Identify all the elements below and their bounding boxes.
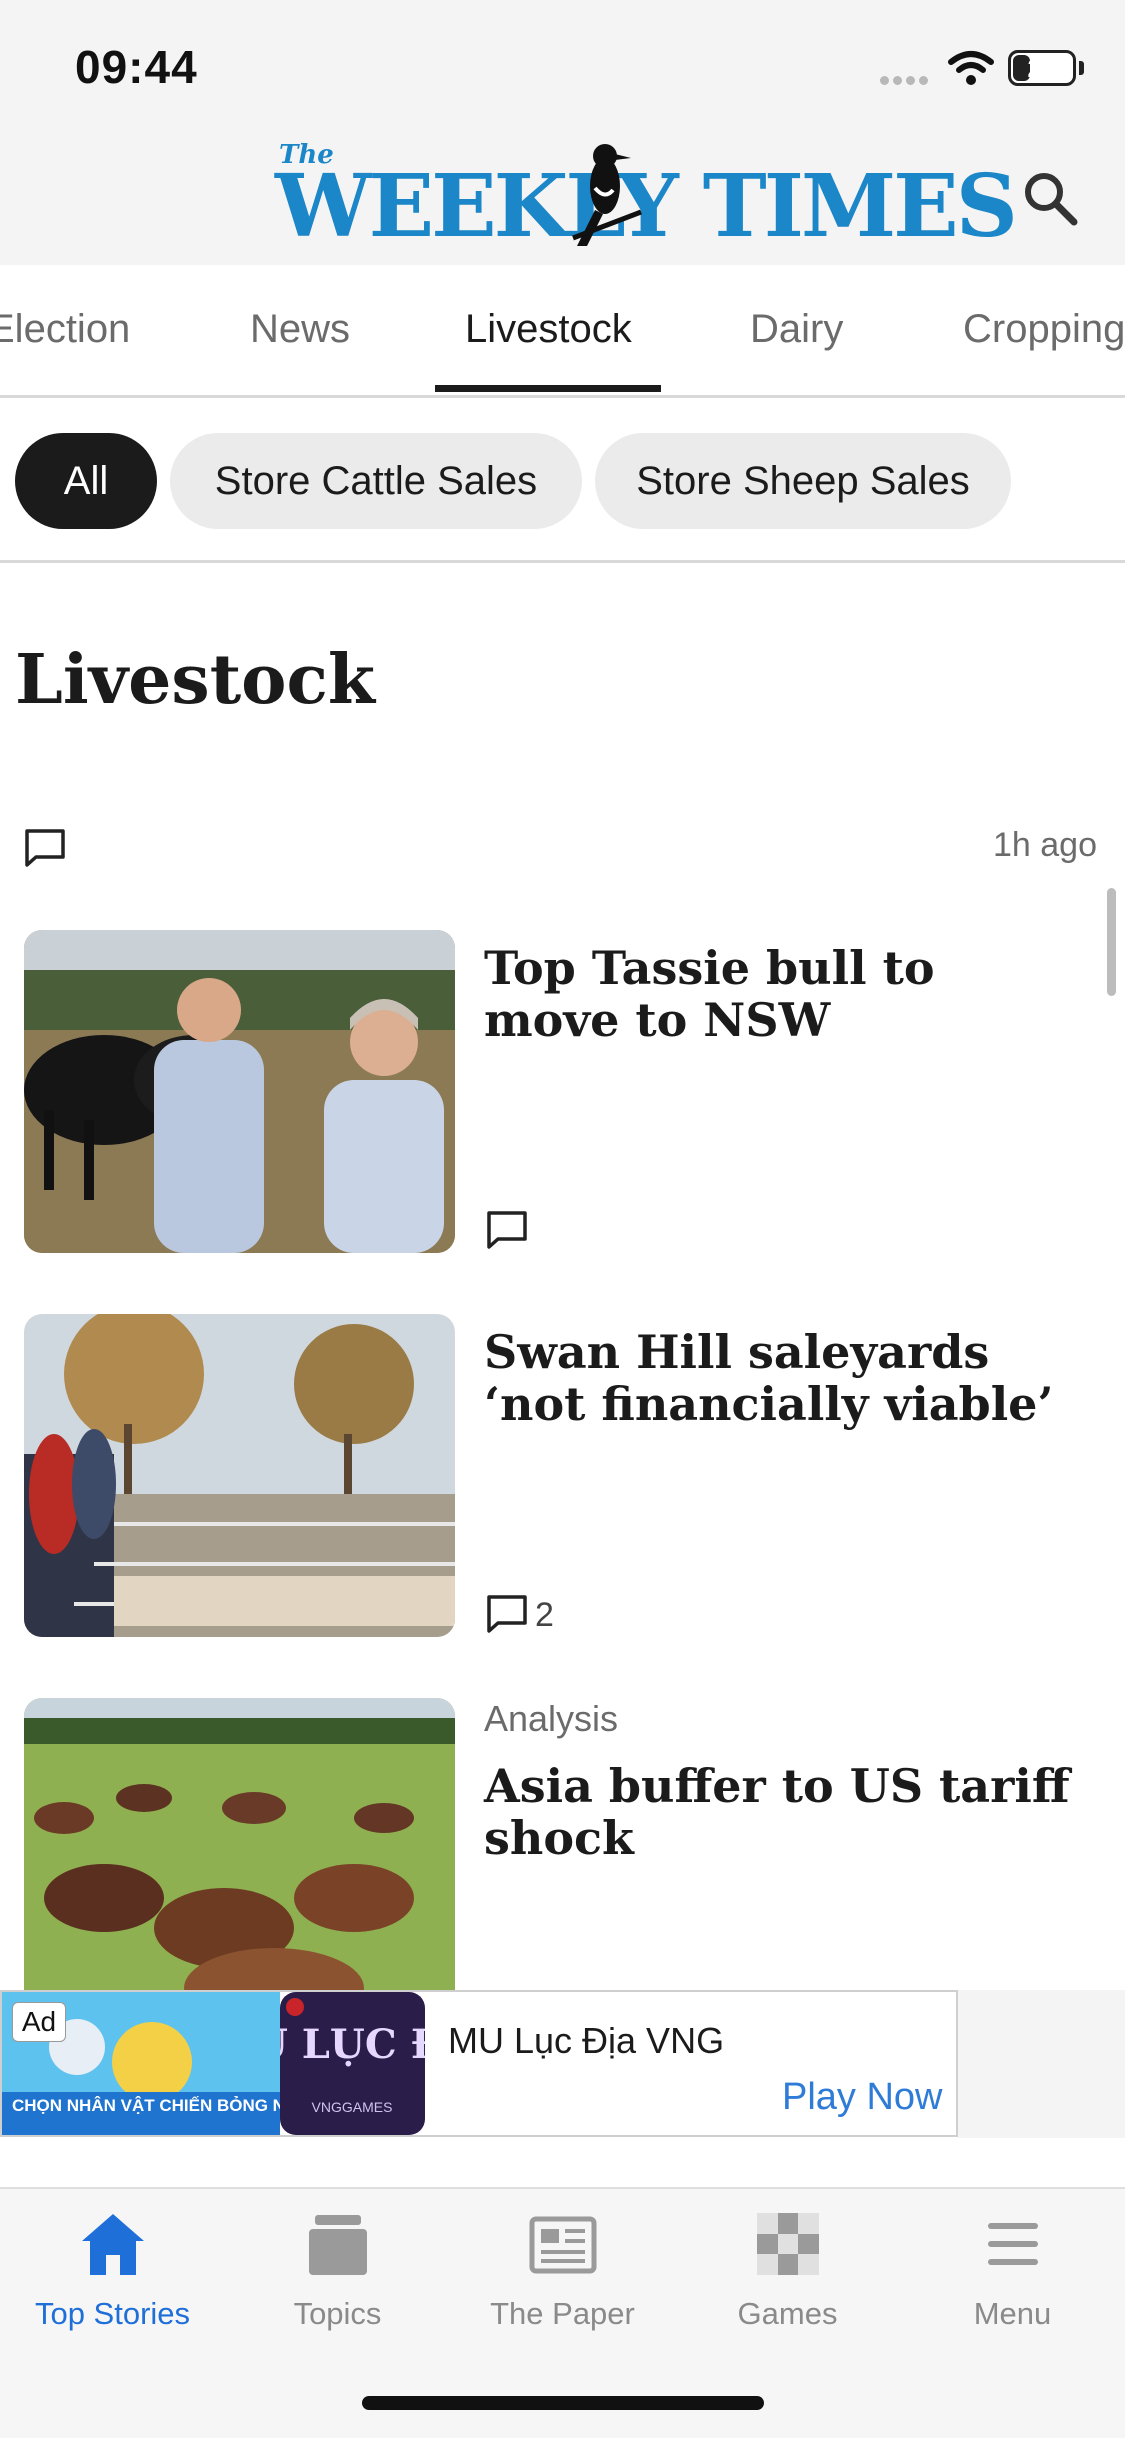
- home-icon: [81, 2214, 144, 2275]
- tab-news[interactable]: News: [250, 307, 350, 352]
- battery-icon: 27: [1008, 50, 1076, 86]
- ad-banner[interactable]: CHỌN NHÂN VẬT CHIẾN BỎNG NƯỚC Ad MU LỤC …: [0, 1990, 958, 2137]
- nav-label: Top Stories: [34, 2296, 191, 2331]
- chip-store-cattle-sales[interactable]: Store Cattle Sales: [170, 433, 582, 529]
- nav-label: Games: [737, 2296, 838, 2331]
- status-time: 09:44: [75, 41, 198, 93]
- filter-chips: All Store Cattle Sales Store Sheep Sales: [0, 400, 1125, 563]
- ad-background: [958, 1990, 1125, 2138]
- ad-logo-sub: VNGGAMES: [312, 2099, 393, 2115]
- magpie-icon: [572, 144, 642, 246]
- comment-icon[interactable]: [486, 1210, 528, 1250]
- timestamp: 1h ago: [993, 826, 1097, 864]
- section-tabs: Election News Livestock Dairy Cropping: [0, 265, 1125, 398]
- article-card[interactable]: Swan Hill saleyards ‘not financially via…: [0, 1314, 1125, 1654]
- article-card[interactable]: Top Tassie bull to move to NSW: [0, 930, 1125, 1270]
- ad-app-logo: MU LỤC ĐỊA VNGGAMES: [280, 1992, 425, 2135]
- chip-all[interactable]: All: [15, 433, 157, 529]
- comment-count: 2: [535, 1596, 554, 1634]
- article-card[interactable]: Analysis Asia buffer to US tariff shock: [0, 1698, 1125, 2038]
- tab-cropping[interactable]: Cropping: [963, 307, 1125, 352]
- ad-logo-text: MU LỤC ĐỊA: [280, 2021, 425, 2068]
- article-image: [24, 930, 455, 1253]
- article-kicker: Analysis: [484, 1698, 619, 1739]
- nav-games[interactable]: Games: [675, 2209, 900, 2332]
- ad-label: Ad: [12, 2002, 66, 2042]
- tab-dairy[interactable]: Dairy: [750, 307, 843, 352]
- article-headline[interactable]: Top Tassie bull to move to NSW: [484, 942, 1084, 1046]
- tab-election[interactable]: Election: [0, 307, 130, 352]
- nav-label: Topics: [293, 2296, 382, 2331]
- comment-icon[interactable]: [24, 828, 66, 868]
- page-title: Livestock: [15, 640, 375, 720]
- nav-menu[interactable]: Menu: [900, 2209, 1125, 2332]
- home-indicator[interactable]: [362, 2396, 764, 2410]
- article-headline[interactable]: Asia buffer to US tariff shock: [484, 1760, 1084, 1864]
- article-headline[interactable]: Swan Hill saleyards ‘not financially via…: [484, 1326, 1084, 1430]
- tab-livestock[interactable]: Livestock: [465, 307, 632, 352]
- newspaper-icon: [529, 2216, 596, 2274]
- menu-icon: [987, 2223, 1038, 2265]
- nav-the-paper[interactable]: The Paper: [450, 2209, 675, 2332]
- games-icon: [756, 2213, 819, 2275]
- topics-icon: [308, 2215, 367, 2275]
- nav-label: Menu: [973, 2296, 1052, 2331]
- wifi-icon: [948, 51, 994, 85]
- active-tab-indicator: [435, 385, 661, 392]
- cellular-signal-icon: [880, 72, 936, 85]
- battery-cap: [1079, 61, 1084, 75]
- ad-play-now-button[interactable]: Play Now: [782, 2076, 943, 2119]
- nav-topics[interactable]: Topics: [225, 2209, 450, 2332]
- battery-level: 27: [1027, 53, 1057, 83]
- ad-app-name: MU Lục Địa VNG: [448, 2020, 725, 2061]
- search-icon[interactable]: [1020, 168, 1080, 228]
- ad-banner-text: CHỌN NHÂN VẬT CHIẾN BỎNG NƯỚC: [12, 2096, 280, 2115]
- weekly-times-logo[interactable]: The WEEKLY TIMES: [275, 138, 1018, 258]
- chip-store-sheep-sales[interactable]: Store Sheep Sales: [595, 433, 1011, 529]
- nav-top-stories[interactable]: Top Stories: [0, 2209, 225, 2332]
- article-image: [24, 1698, 455, 2021]
- nav-label: The Paper: [490, 2296, 635, 2331]
- article-image: [24, 1314, 455, 1637]
- comment-icon[interactable]: [486, 1594, 528, 1634]
